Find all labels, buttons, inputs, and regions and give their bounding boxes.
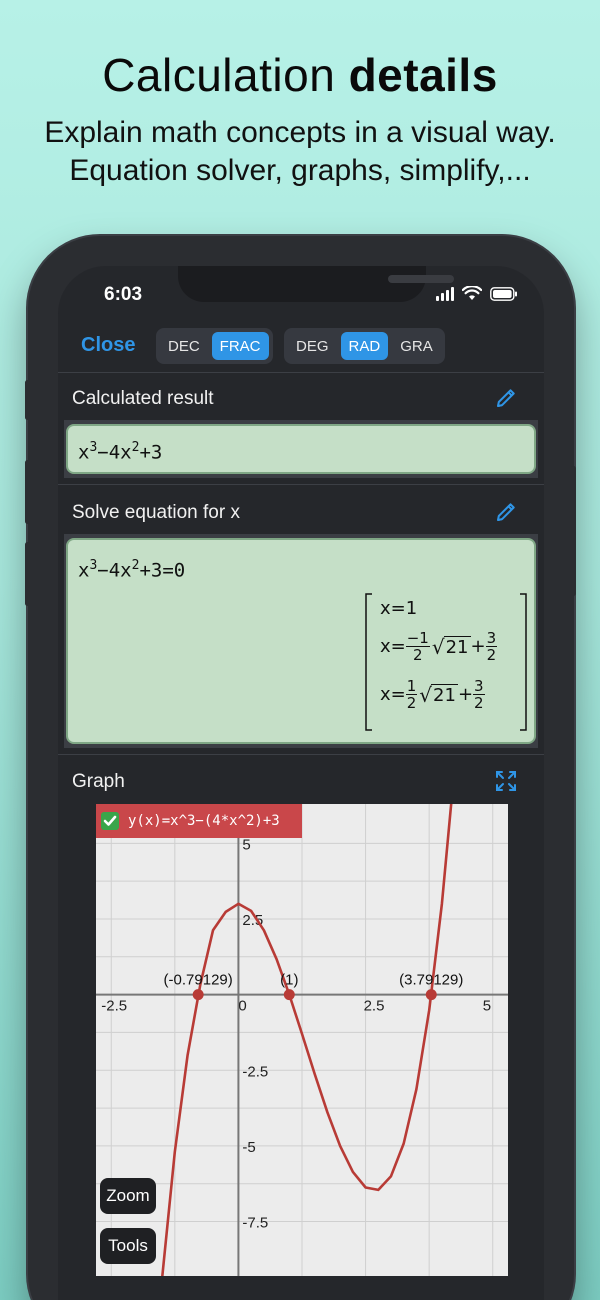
plus-sign: +: [470, 636, 486, 657]
headline-bold: details: [348, 49, 498, 101]
divider: [58, 484, 544, 485]
expr-term: x: [78, 441, 90, 464]
calculated-expression: x3−4x2+3: [78, 440, 162, 463]
fraction-numerator: 3: [473, 677, 485, 695]
signal-icon: [436, 286, 454, 301]
graph-title: Graph: [72, 771, 125, 792]
solution-fraction: 12: [405, 677, 418, 712]
solution-fraction: 32: [473, 678, 485, 711]
fraction-denominator: 2: [486, 646, 497, 664]
solution-prefix: x=: [380, 684, 406, 705]
subline-1: Explain math concepts in a visual way.: [44, 116, 556, 149]
speaker: [388, 275, 454, 283]
root-point-label: (3.79129): [399, 972, 463, 989]
format-dec-option[interactable]: DEC: [160, 332, 208, 360]
angle-rad-option[interactable]: RAD: [340, 332, 389, 360]
x-tick-label: 5: [483, 998, 491, 1015]
graph-area[interactable]: -2.5 0 2.5 5 5 2.5 -2.5 -5 -7.5 (-0.79129) (1) (3.7…: [96, 767, 508, 1279]
angle-deg-option[interactable]: DEG: [288, 332, 337, 360]
divider: [58, 754, 544, 755]
zoom-button[interactable]: Zoom: [100, 1178, 156, 1214]
fraction-numerator: 1: [405, 677, 418, 695]
divider: [58, 372, 544, 373]
root-point-marker: [283, 989, 295, 1001]
headline-regular: Calculation: [102, 49, 336, 101]
x-tick-label: -2.5: [101, 998, 127, 1015]
y-tick-label: 5: [242, 836, 250, 853]
phone-power-button: [571, 466, 576, 596]
solution-2: x= −1 2 √ 21 + 32: [380, 629, 498, 664]
y-tick-label: -5: [242, 1139, 255, 1156]
legend-label: y(x)=x^3−(4*x^2)+3: [128, 813, 280, 829]
sqrt-radicand: 21: [443, 635, 471, 658]
status-icons: [436, 286, 518, 301]
fraction-denominator: 2: [406, 694, 417, 712]
eq-term: +3=0: [139, 559, 186, 582]
graph-legend[interactable]: y(x)=x^3−(4*x^2)+3: [96, 804, 302, 838]
tools-button[interactable]: Tools: [100, 1228, 156, 1264]
angle-gra-option[interactable]: GRA: [392, 332, 441, 360]
status-time: 6:03: [104, 284, 143, 305]
x-tick-label: 0: [238, 998, 246, 1015]
toolbar: Close DEC FRAC DEG RAD GRA: [58, 326, 544, 370]
subline-2: Equation solver, graphs, simplify,...: [69, 154, 531, 187]
calculated-result-title: Calculated result: [72, 388, 214, 409]
angle-unit-segmented: DEG RAD GRA: [284, 328, 445, 364]
close-button[interactable]: Close: [81, 334, 135, 357]
solve-title: Solve equation for x: [72, 502, 240, 523]
root-point-label: (1): [280, 972, 298, 989]
fraction-numerator: −1: [405, 629, 430, 647]
phone-volume-down: [25, 542, 30, 606]
solution-fraction: −1 2: [405, 629, 430, 664]
solution-1: x=1: [380, 598, 418, 619]
root-point-marker: [425, 989, 437, 1001]
plus-sign: +: [457, 684, 474, 705]
checkbox-checked-icon[interactable]: [100, 811, 120, 831]
phone-volume-up: [25, 460, 30, 524]
root-point-label: (-0.79129): [164, 972, 233, 989]
graph-canvas[interactable]: -2.5 0 2.5 552.5-2.5-5-7.5(-0.79129) (1) (3.7…: [96, 767, 508, 1279]
solution-prefix: x=: [380, 636, 406, 657]
number-format-segmented: DEC FRAC: [156, 328, 273, 364]
expr-term: −4x: [97, 441, 132, 464]
expr-term: +3: [139, 441, 163, 464]
root-point-marker: [192, 989, 204, 1001]
format-frac-option[interactable]: FRAC: [211, 332, 269, 360]
promo-subline: Explain math concepts in a visual way. E…: [0, 114, 600, 190]
eq-term: x: [78, 559, 90, 582]
solution-fraction: 32: [485, 629, 498, 664]
fraction-denominator: 2: [474, 694, 484, 712]
wifi-icon: [462, 286, 482, 300]
phone-silent-switch: [25, 380, 30, 420]
edit-calculated-icon[interactable]: [494, 386, 518, 410]
notch: [178, 266, 454, 302]
promo-headline: Calculation details: [0, 48, 600, 102]
battery-icon: [490, 286, 517, 301]
phone-screen: 6:03 Close DEC FRAC DEG RAD GRA Calculat…: [58, 266, 544, 1300]
x-tick-label: 2.5: [364, 998, 385, 1015]
solve-equation: x3−4x2+3=0: [78, 558, 185, 581]
fullscreen-icon[interactable]: [494, 769, 518, 793]
y-tick-label: -2.5: [242, 1063, 268, 1080]
solution-3: x= 12 √ 21 + 32: [380, 678, 485, 711]
fraction-numerator: 3: [485, 629, 498, 647]
eq-term: −4x: [97, 559, 132, 582]
fraction-denominator: 2: [413, 646, 423, 664]
sqrt-radicand: 21: [431, 683, 458, 706]
calculated-result-box[interactable]: x3−4x2+3: [66, 424, 536, 474]
y-tick-label: -7.5: [242, 1215, 268, 1232]
edit-solve-icon[interactable]: [494, 500, 518, 524]
solve-box[interactable]: x3−4x2+3=0 x=1 x= −1 2 √ 21 + 32 x= 12 √ 21…: [66, 538, 536, 744]
function-curve: [160, 767, 456, 1279]
